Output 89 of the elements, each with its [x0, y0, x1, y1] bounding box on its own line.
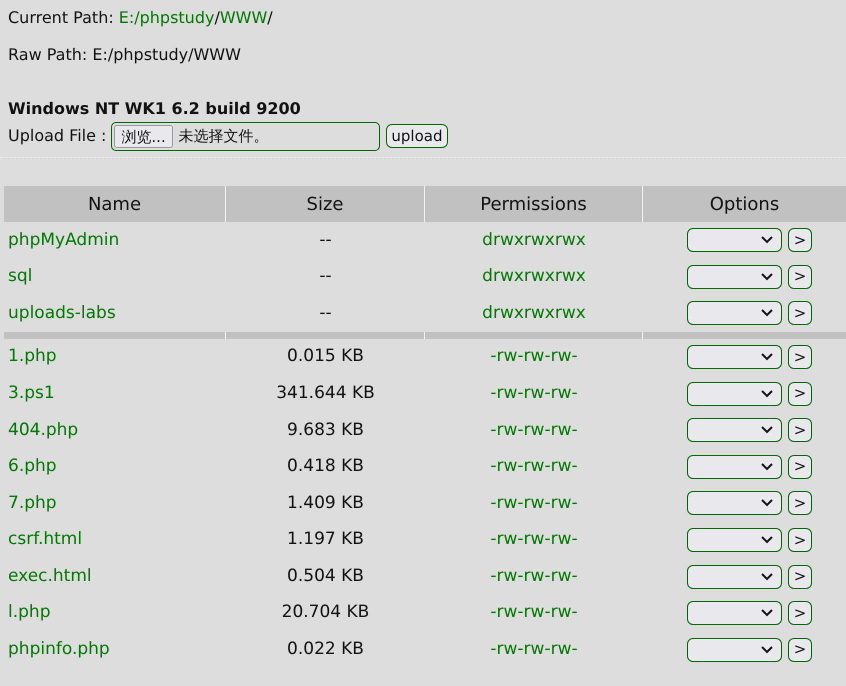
size-cell-text: 0.418 KB — [287, 455, 364, 478]
file-name-link[interactable]: phpMyAdmin — [4, 228, 120, 254]
file-input[interactable]: 浏览... 未选择文件。 — [111, 122, 380, 150]
path-link[interactable]: E:/ — [118, 6, 140, 30]
go-button[interactable]: > — [788, 418, 812, 442]
permissions-cell-text: -rw-rw-rw- — [490, 345, 578, 368]
options-dropdown[interactable] — [687, 454, 782, 479]
upload-button[interactable]: upload — [386, 124, 448, 148]
column-header: Size — [226, 186, 424, 222]
chevron-down-icon — [761, 390, 773, 398]
permissions-cell-text: drwxrwxrwx — [482, 302, 586, 325]
go-button[interactable]: > — [788, 264, 812, 289]
permissions-cell-text: -rw-rw-rw- — [490, 528, 578, 552]
file-name-link[interactable]: 6.php — [4, 454, 57, 480]
size-cell-text: 0.015 KB — [287, 345, 364, 368]
chevron-down-icon — [761, 609, 773, 618]
file-name-link[interactable]: exec.html — [4, 564, 92, 590]
permissions-cell-text: -rw-rw-rw- — [490, 601, 578, 624]
options-dropdown[interactable] — [687, 301, 782, 326]
options-dropdown[interactable] — [687, 345, 782, 370]
size-cell-text: 1.409 KB — [287, 492, 364, 515]
size-cell-text: 0.022 KB — [287, 638, 364, 662]
file-name-link[interactable]: l.php — [4, 600, 50, 626]
permissions-cell-text: drwxrwxrwx — [482, 228, 586, 252]
options-dropdown[interactable] — [687, 601, 782, 626]
upload-label: Upload File : — [8, 125, 106, 147]
options-dropdown[interactable] — [687, 228, 782, 252]
size-cell-text: 0.504 KB — [287, 564, 364, 588]
options-dropdown[interactable] — [687, 491, 782, 516]
options-dropdown[interactable] — [687, 382, 782, 406]
chevron-down-icon — [761, 572, 773, 581]
permissions-cell-text: -rw-rw-rw- — [490, 382, 578, 405]
file-name-link[interactable]: sql — [4, 264, 32, 290]
go-button[interactable]: > — [788, 601, 812, 626]
chevron-down-icon — [761, 462, 773, 471]
raw-path-text: Raw Path: E:/phpstudy/WWW — [8, 44, 242, 66]
go-button[interactable]: > — [788, 454, 812, 479]
file-name-link[interactable]: uploads-labs — [4, 300, 116, 326]
size-cell-text: 20.704 KB — [282, 601, 370, 624]
size-cell-text: -- — [319, 228, 332, 252]
size-cell-text: -- — [319, 302, 332, 325]
path-separator: / — [214, 7, 220, 29]
chevron-down-icon — [761, 309, 773, 318]
chevron-down-icon — [761, 499, 773, 508]
options-dropdown[interactable] — [687, 418, 782, 442]
chevron-down-icon — [761, 236, 773, 244]
column-header: Name — [4, 186, 225, 222]
file-name-link[interactable]: 404.php — [4, 418, 78, 444]
permissions-cell-text: drwxrwxrwx — [482, 265, 586, 288]
chevron-down-icon — [761, 646, 773, 654]
go-button[interactable]: > — [788, 564, 812, 589]
file-name-link[interactable]: 7.php — [4, 490, 57, 516]
options-dropdown[interactable] — [687, 564, 782, 589]
path-link[interactable]: phpstudy — [140, 6, 214, 30]
path-link[interactable]: WWW — [220, 6, 268, 30]
go-button[interactable]: > — [788, 382, 812, 406]
size-cell-text: 1.197 KB — [287, 528, 364, 552]
file-name-link[interactable]: csrf.html — [4, 527, 82, 553]
options-dropdown[interactable] — [687, 638, 782, 662]
go-button[interactable]: > — [788, 491, 812, 516]
current-path-label: Current Path: — [8, 7, 114, 29]
chevron-down-icon — [761, 426, 773, 434]
permissions-cell-text: -rw-rw-rw- — [490, 638, 578, 662]
chevron-down-icon — [761, 272, 773, 281]
permissions-cell-text: -rw-rw-rw- — [490, 418, 578, 442]
permissions-cell-text: -rw-rw-rw- — [490, 564, 578, 588]
options-dropdown[interactable] — [687, 264, 782, 289]
chevron-down-icon — [761, 536, 773, 544]
permissions-cell-text: -rw-rw-rw- — [490, 492, 578, 515]
chevron-down-icon — [761, 353, 773, 362]
column-header: Permissions — [425, 186, 642, 222]
column-header: Options — [643, 186, 846, 222]
size-cell-text: 341.644 KB — [276, 382, 375, 405]
no-file-text: 未选择文件。 — [178, 126, 269, 147]
go-button[interactable]: > — [788, 638, 812, 662]
go-button[interactable]: > — [788, 228, 812, 252]
go-button[interactable]: > — [788, 301, 812, 326]
go-button[interactable]: > — [788, 345, 812, 370]
file-name-link[interactable]: phpinfo.php — [4, 637, 110, 663]
file-name-link[interactable]: 3.ps1 — [4, 380, 55, 406]
browse-button[interactable]: 浏览... — [114, 124, 173, 148]
go-button[interactable]: > — [788, 528, 812, 552]
path-separator: / — [267, 7, 273, 29]
size-cell-text: -- — [319, 265, 332, 288]
size-cell-text: 9.683 KB — [287, 418, 364, 442]
options-dropdown[interactable] — [687, 528, 782, 552]
file-name-link[interactable]: 1.php — [4, 344, 57, 370]
system-info-text: Windows NT WK1 6.2 build 9200 — [8, 98, 302, 120]
permissions-cell-text: -rw-rw-rw- — [490, 455, 578, 478]
